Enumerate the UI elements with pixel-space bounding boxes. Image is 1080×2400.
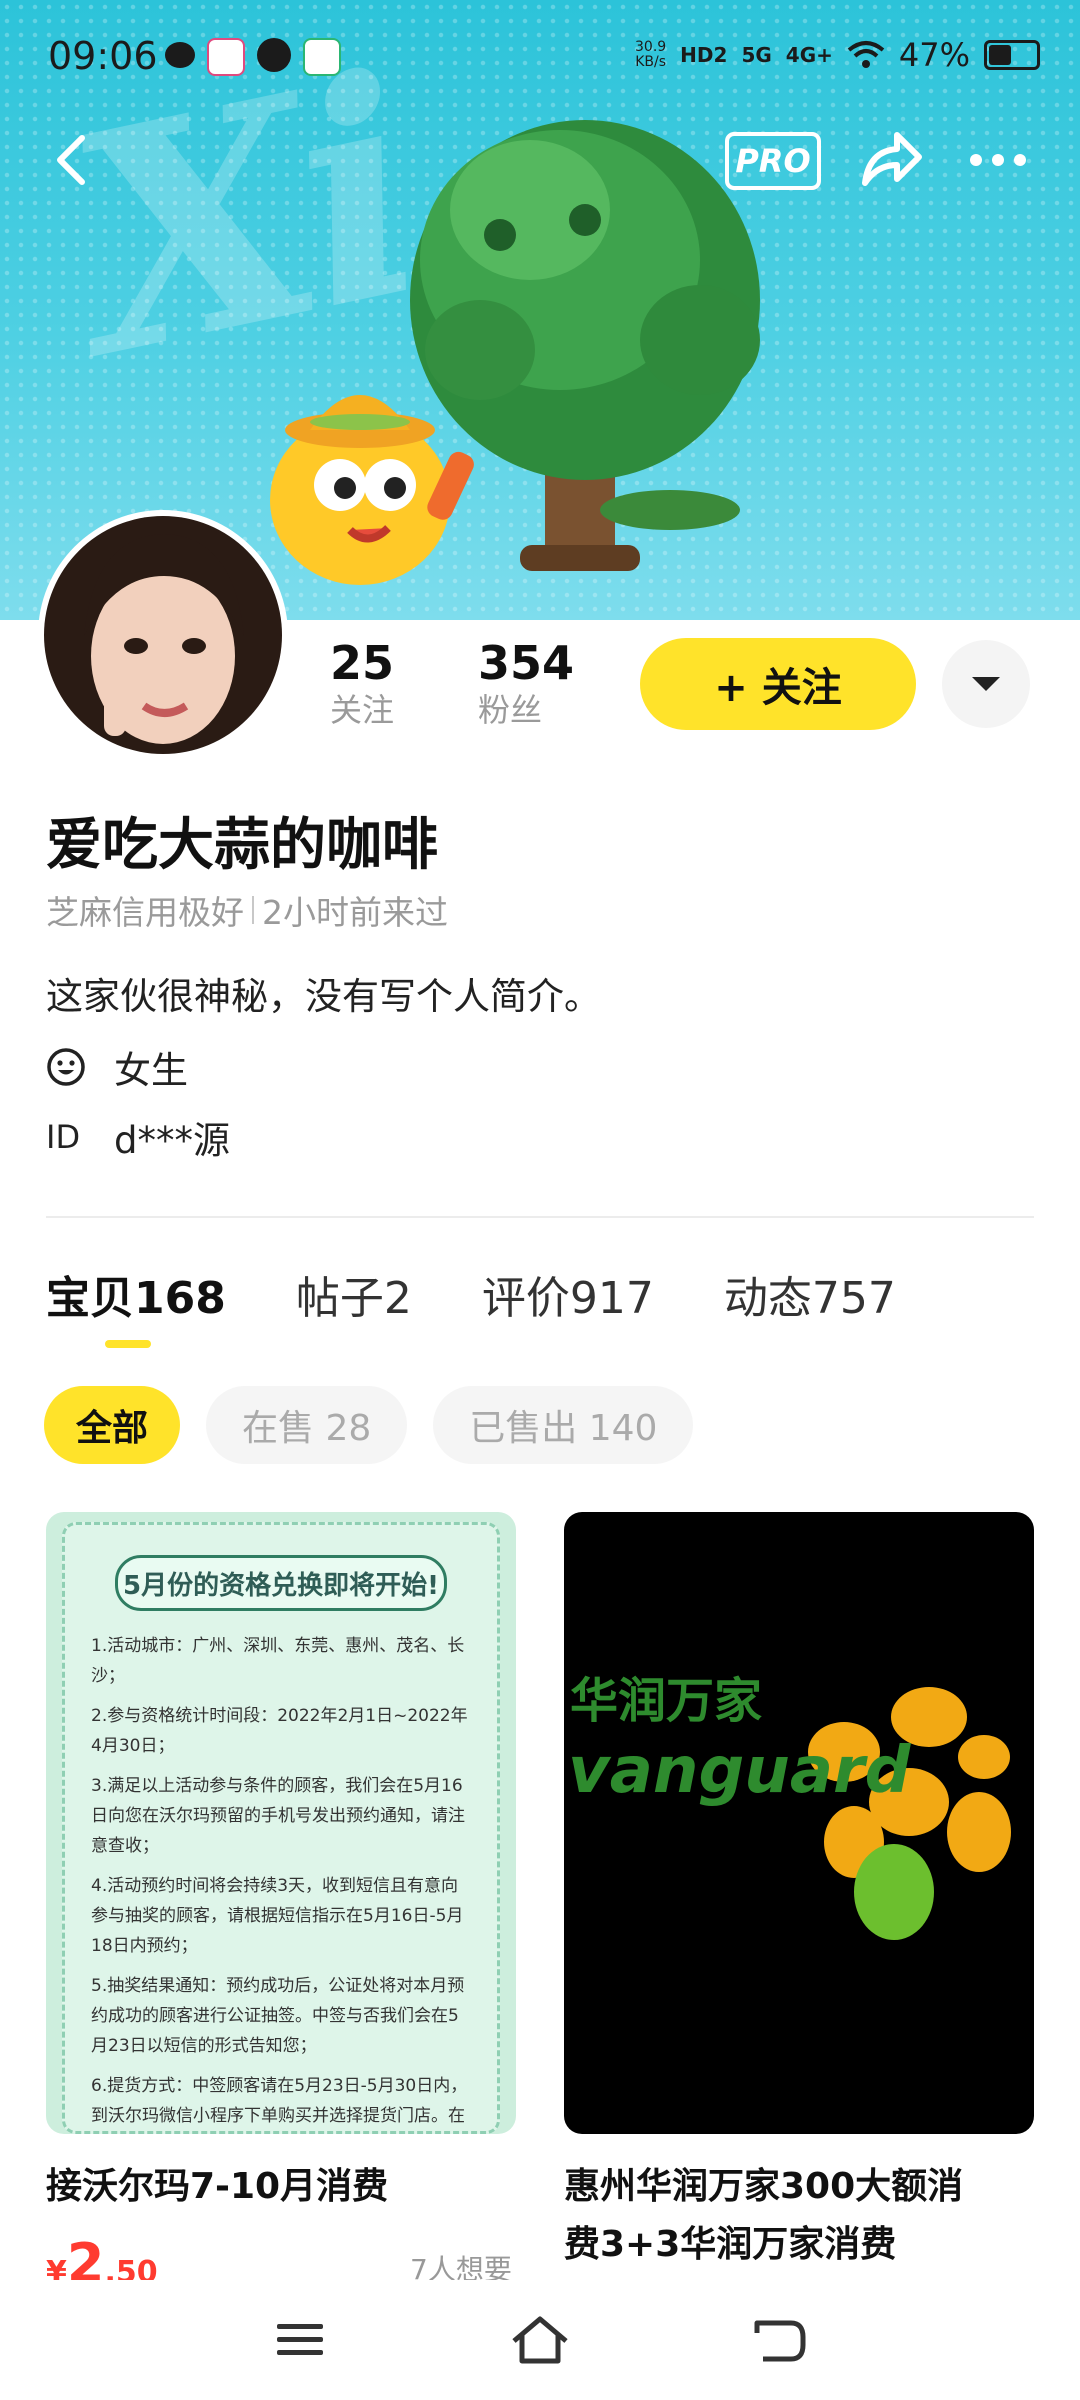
tab-activity[interactable]: 动态757 [724, 1262, 896, 1326]
avatar[interactable] [38, 510, 288, 760]
notice-header: 5月份的资格兑换即将开始! [115, 1555, 447, 1611]
wechat-icon [165, 42, 195, 68]
vanguard-logo: 华润万家 vanguard [568, 1673, 1011, 1940]
battery-percent: 47% [898, 36, 970, 74]
filter-chips: 全部 在售 28 已售出 140 [44, 1386, 694, 1464]
following-stat[interactable]: 25 关注 [330, 636, 394, 730]
home-icon [512, 2316, 568, 2364]
video-app-icon [303, 38, 341, 76]
back-icon[interactable] [44, 130, 104, 190]
followers-label: 粉丝 [478, 691, 543, 729]
net-speed-unit: KB/s [635, 54, 666, 70]
home-button[interactable] [500, 2310, 580, 2370]
logo-en-text: vanguard [568, 1734, 912, 1808]
item-card-image[interactable]: 5月份的资格兑换即将开始! 1.活动城市：广州、深圳、东莞、惠州、茂名、长沙； … [46, 1512, 516, 2134]
notice-poster: 5月份的资格兑换即将开始! 1.活动城市：广州、深圳、东莞、惠州、茂名、长沙； … [62, 1522, 500, 2134]
pro-badge[interactable]: PRO [725, 132, 821, 190]
credit-status[interactable]: 芝麻信用极好 [46, 886, 244, 934]
tab-reviews[interactable]: 评价917 [482, 1262, 654, 1326]
message-icon [257, 38, 291, 72]
tab-posts-label: 帖子 [295, 1273, 384, 1324]
following-count: 25 [330, 636, 395, 690]
smiley-icon [47, 1048, 85, 1086]
tab-activity-label: 动态 [723, 1273, 812, 1324]
menu-button[interactable] [260, 2310, 340, 2370]
system-nav-bar [0, 2280, 1080, 2400]
notice-line: 4.活动预约时间将会持续3天，收到短信且有意向参与抽奖的顾客，请根据短信指示在5… [91, 1876, 464, 1956]
content-tabs: 宝贝168 帖子2 评价917 动态757 [46, 1262, 896, 1326]
notice-line: 1.活动城市：广州、深圳、东莞、惠州、茂名、长沙； [91, 1636, 465, 1686]
notice-line: 3.满足以上活动参与条件的顾客，我们会在5月16日向您在沃尔玛预留的手机号发出预… [91, 1776, 465, 1856]
notice-body: 1.活动城市：广州、深圳、东莞、惠州、茂名、长沙； 2.参与资格统计时间段：20… [91, 1631, 471, 2134]
status-bar: 09:06 30.9 KB/s HD2 5G 4G+ 47% [0, 0, 1080, 110]
profile-bio: 这家伙很神秘，没有写个人简介。 [46, 975, 601, 1018]
tab-reviews-count: 917 [569, 1273, 654, 1324]
app-notification-icon [207, 38, 245, 76]
section-divider [46, 1216, 1034, 1218]
id-value: d***源 [114, 1119, 230, 1162]
status-notification-icons [165, 38, 341, 76]
notice-line: 6.提货方式：中签顾客请在5月23日-5月30日内，到沃尔玛微信小程序下单购买并… [91, 2076, 468, 2126]
filter-sold[interactable]: 已售出 140 [433, 1386, 694, 1464]
avatar-photo [44, 516, 282, 754]
item-title[interactable]: 惠州华润万家300大额消 费3+3华润万家消费 [564, 2158, 963, 2274]
signal-5g-icon: 5G [741, 43, 772, 67]
following-label: 关注 [330, 691, 395, 729]
chick-illustration [270, 395, 474, 585]
tab-posts-count: 2 [383, 1273, 412, 1324]
tab-activity-count: 757 [811, 1273, 896, 1324]
menu-icon [277, 2324, 323, 2355]
id-label: ID [46, 1118, 81, 1156]
hd-icon: HD2 [680, 43, 728, 67]
status-time: 09:06 [48, 34, 158, 78]
item-title-line: 费3+3华润万家消费 [564, 2224, 897, 2265]
system-back-button[interactable] [740, 2310, 820, 2370]
logo-cn-text: 华润万家 [570, 1673, 762, 1729]
caret-down-icon [972, 677, 1000, 691]
tab-posts[interactable]: 帖子2 [296, 1262, 412, 1326]
id-row: ID d***源 [46, 1110, 230, 1164]
divider-bar [252, 896, 254, 924]
profile-name: 爱吃大蒜的咖啡 [46, 813, 438, 878]
battery-icon [984, 40, 1040, 70]
followers-stat[interactable]: 354 粉丝 [478, 636, 574, 730]
gender-value: 女生 [114, 1049, 188, 1092]
more-icon[interactable] [970, 130, 1040, 190]
last-seen: 2小时前来过 [262, 893, 448, 932]
notice-line: 5.抽奖结果通知：预约成功后，公证处将对本月预约成功的顾客进行公证抽签。中签与否… [91, 1976, 465, 2056]
net-speed: 30.9 KB/s [635, 40, 666, 70]
status-right: 30.9 KB/s HD2 5G 4G+ 47% [635, 36, 1040, 74]
tab-items[interactable]: 宝贝168 [46, 1262, 226, 1326]
tab-items-label: 宝贝 [46, 1273, 134, 1324]
profile-subline: 芝麻信用极好 2小时前来过 [46, 886, 448, 934]
more-options-button[interactable] [942, 640, 1030, 728]
filter-all[interactable]: 全部 [44, 1386, 181, 1464]
tab-items-count: 168 [134, 1273, 226, 1324]
notice-line: 2.参与资格统计时间段：2022年2月1日~2022年4月30日； [91, 1706, 468, 1756]
wifi-icon [847, 41, 885, 68]
return-icon [754, 2320, 806, 2362]
share-icon[interactable] [855, 125, 925, 195]
item-title-line: 惠州华润万家300大额消 [564, 2166, 964, 2207]
item-card-image[interactable]: 华润万家 vanguard [564, 1512, 1034, 2134]
followers-count: 354 [478, 636, 575, 690]
net-speed-value: 30.9 [635, 39, 667, 55]
filter-on-sale[interactable]: 在售 28 [206, 1386, 408, 1464]
tab-reviews-label: 评价 [481, 1273, 570, 1324]
item-title[interactable]: 接沃尔玛7-10月消费 [46, 2158, 388, 2216]
follow-button[interactable]: + 关注 [640, 638, 916, 730]
gender-row: 女生 [46, 1040, 188, 1094]
signal-4g-icon: 4G+ [785, 43, 833, 67]
active-tab-indicator [105, 1340, 151, 1348]
